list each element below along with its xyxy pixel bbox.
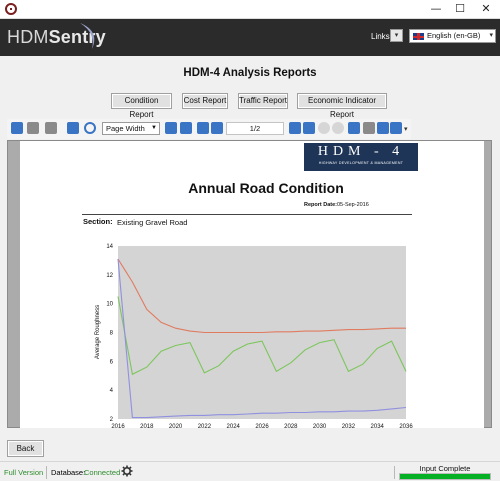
x-tick-label: 2026	[255, 424, 269, 428]
zoom-in-icon[interactable]	[84, 122, 96, 134]
find-icon[interactable]	[67, 122, 79, 134]
export-icon[interactable]	[390, 122, 402, 134]
x-tick-label: 2036	[399, 424, 413, 428]
app-icon	[5, 3, 17, 15]
condition-report-button[interactable]: Condition Report	[111, 93, 172, 119]
x-tick-label: 2032	[342, 424, 356, 428]
zoom-value: Page Width	[106, 124, 145, 133]
y-tick-labels: 14 12 10 8 6 4 2	[106, 244, 113, 423]
app-header: HDMSentry Links: ▾ English (en-GB) ▾	[0, 19, 500, 56]
page-title: HDM-4 Analysis Reports	[183, 67, 317, 79]
brand-swoosh-icon	[80, 23, 95, 49]
uk-flag-icon	[413, 33, 424, 40]
next-page-icon[interactable]	[289, 122, 301, 134]
chevron-down-icon: ▾	[489, 32, 493, 39]
cost-report-button[interactable]: Cost Report	[182, 93, 228, 109]
section-label: Section:	[83, 217, 113, 226]
logo-sub-text: HIGHWAY DEVELOPMENT & MANAGEMENT	[318, 161, 404, 165]
links-label: Links:	[371, 32, 392, 41]
toolbar-overflow-icon[interactable]: ▾	[404, 125, 408, 133]
x-tick-label: 2024	[227, 424, 241, 428]
roughness-chart: Average Roughness 14 12 10 8 6 4 2 2016 2018 202…	[95, 244, 413, 428]
hdm4-logo: HDM - 4 HIGHWAY DEVELOPMENT & MANAGEMENT	[304, 143, 418, 171]
minimize-button[interactable]: —	[424, 0, 448, 18]
x-tick-label: 2034	[371, 424, 385, 428]
y-tick-label: 8	[110, 331, 114, 337]
divider	[82, 214, 412, 215]
first-page-icon[interactable]	[197, 122, 209, 134]
forward-icon[interactable]	[332, 122, 344, 134]
pan-hand-icon[interactable]	[363, 122, 375, 134]
navigate-icon[interactable]	[377, 122, 389, 134]
x-tick-label: 2022	[198, 424, 212, 428]
x-tick-label: 2016	[111, 424, 125, 428]
y-tick-label: 4	[110, 388, 114, 394]
back-button[interactable]: Back	[7, 440, 44, 457]
previous-page-icon[interactable]	[211, 122, 223, 134]
status-separator	[394, 466, 395, 479]
x-tick-label: 2020	[169, 424, 183, 428]
gear-icon[interactable]	[121, 465, 133, 477]
report-page: HDM - 4 HIGHWAY DEVELOPMENT & MANAGEMENT…	[20, 141, 484, 428]
input-status-label: Input Complete	[419, 464, 471, 473]
version-status: Full Version	[4, 468, 44, 477]
report-viewer[interactable]: HDM - 4 HIGHWAY DEVELOPMENT & MANAGEMENT…	[7, 140, 492, 428]
y-tick-label: 10	[106, 302, 113, 308]
window-title-bar: — ☐ ✕	[0, 0, 500, 19]
zoom-select[interactable]: Page Width ▼	[102, 122, 160, 135]
y-tick-label: 14	[106, 244, 113, 250]
refresh-icon[interactable]	[348, 122, 360, 134]
page-number-input[interactable]: 1/2	[226, 122, 284, 135]
input-progress-fill	[400, 474, 490, 479]
y-tick-label: 6	[110, 359, 114, 365]
report-title: Annual Road Condition	[188, 180, 344, 196]
fit-page-icon[interactable]	[165, 122, 177, 134]
language-select[interactable]: English (en-GB) ▾	[409, 29, 496, 43]
maximize-button[interactable]: ☐	[448, 0, 472, 18]
report-date-label: Report Date:	[304, 202, 338, 208]
last-page-icon[interactable]	[303, 122, 315, 134]
economic-indicator-report-button[interactable]: Economic Indicator Report	[297, 93, 387, 119]
traffic-report-button[interactable]: Traffic Report	[238, 93, 288, 109]
y-tick-label: 2	[110, 417, 114, 423]
print-icon[interactable]	[27, 122, 39, 134]
print-layout-icon[interactable]	[45, 122, 57, 134]
input-progress-bar	[399, 473, 491, 480]
y-tick-label: 12	[106, 273, 113, 279]
x-tick-label: 2018	[140, 424, 154, 428]
report-date-value: 05-Sep-2016	[337, 202, 369, 208]
logo-main-text: HDM - 4	[317, 144, 405, 159]
back-icon[interactable]	[318, 122, 330, 134]
brand-first: HDM	[7, 27, 49, 47]
x-tick-labels: 2016 2018 2020 2022 2024 2026 2028 2030 2032 2034…	[111, 424, 413, 428]
links-dropdown[interactable]: ▾	[390, 29, 403, 42]
x-tick-label: 2028	[284, 424, 298, 428]
section-value: Existing Gravel Road	[117, 218, 188, 227]
full-screen-icon[interactable]	[180, 122, 192, 134]
status-separator	[46, 466, 47, 479]
database-status: Connected	[84, 468, 121, 477]
database-label: Database:	[51, 468, 86, 477]
language-value: English (en-GB)	[427, 31, 481, 40]
x-tick-label: 2030	[313, 424, 327, 428]
copy-icon[interactable]	[11, 122, 23, 134]
chevron-down-icon: ▼	[151, 125, 157, 131]
y-axis-label: Average Roughness	[95, 305, 101, 359]
status-bar: Full Version Database: Connected Input C…	[0, 461, 500, 481]
report-viewer-toolbar: Page Width ▼ 1/2 ▾	[7, 119, 411, 139]
close-button[interactable]: ✕	[474, 0, 498, 18]
